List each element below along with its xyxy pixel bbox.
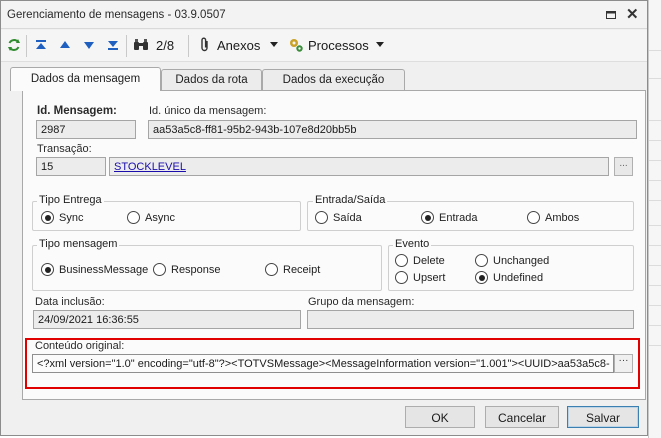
radio-undefined[interactable]: Undefined (475, 271, 543, 284)
tab-dados-da-execucao[interactable]: Dados da execução (262, 69, 405, 91)
message-id-label: Id. Mensagem: (37, 105, 117, 117)
radio-selected-icon (475, 271, 488, 284)
radio-empty-icon (127, 211, 140, 224)
window-title: Gerenciamento de mensagens - 03.9.0507 (7, 9, 226, 21)
attachments-menu[interactable]: Anexos (217, 38, 260, 53)
transaction-label: Transação: (37, 143, 92, 155)
chevron-down-icon[interactable] (270, 42, 278, 47)
radio-receipt[interactable]: Receipt (265, 263, 320, 276)
data-inclusao-label: Data inclusão: (35, 296, 105, 308)
radio-selected-icon (421, 211, 434, 224)
first-record-icon[interactable] (33, 37, 49, 53)
tipo-mensagem-title: Tipo mensagem (37, 238, 120, 250)
record-position: 2/8 (156, 38, 175, 53)
radio-empty-icon (265, 263, 278, 276)
highlight-box (25, 338, 640, 389)
tipo-entrega-title: Tipo Entrega (37, 194, 104, 206)
restore-icon[interactable] (606, 11, 616, 19)
radio-empty-icon (475, 254, 488, 267)
refresh-icon[interactable] (6, 37, 22, 53)
binoculars-icon[interactable] (133, 37, 149, 53)
radio-response[interactable]: Response (153, 263, 221, 276)
radio-empty-icon (315, 211, 328, 224)
unique-id-field[interactable]: aa53a5c8-ff81-95b2-943b-107e8d20bb5b (148, 120, 637, 139)
radio-empty-icon (395, 271, 408, 284)
radio-entrada[interactable]: Entrada (421, 211, 478, 224)
chevron-down-icon[interactable] (376, 42, 384, 47)
radio-businessmessage[interactable]: BusinessMessage (41, 263, 148, 276)
processes-icon[interactable] (288, 37, 304, 53)
radio-selected-icon (41, 211, 54, 224)
radio-unchanged[interactable]: Unchanged (475, 254, 549, 267)
radio-ambos[interactable]: Ambos (527, 211, 579, 224)
last-record-icon[interactable] (105, 37, 121, 53)
cancel-button[interactable]: Cancelar (485, 406, 559, 428)
radio-delete[interactable]: Delete (395, 254, 445, 267)
message-id-field[interactable]: 2987 (36, 120, 136, 139)
unique-id-label: Id. único da mensagem: (149, 105, 267, 117)
previous-record-icon[interactable] (57, 37, 73, 53)
evento-group (388, 245, 634, 291)
background-app-strip (648, 0, 661, 438)
grupo-mensagem-label: Grupo da mensagem: (308, 296, 415, 308)
radio-upsert[interactable]: Upsert (395, 271, 445, 284)
radio-empty-icon (153, 263, 166, 276)
radio-async[interactable]: Async (127, 211, 175, 224)
close-icon[interactable]: ✕ (626, 7, 639, 22)
toolbar: 2/8 Anexos Processos (1, 30, 647, 62)
entrada-saida-title: Entrada/Saída (313, 194, 388, 206)
radio-sync[interactable]: Sync (41, 211, 83, 224)
paperclip-icon[interactable] (197, 37, 213, 53)
next-record-icon[interactable] (81, 37, 97, 53)
transaction-code-field[interactable]: 15 (36, 157, 106, 176)
tab-dados-da-rota[interactable]: Dados da rota (161, 69, 262, 91)
radio-saida[interactable]: Saída (315, 211, 362, 224)
title-bar: Gerenciamento de mensagens - 03.9.0507 ✕ (1, 1, 647, 29)
grupo-mensagem-field[interactable] (307, 310, 634, 329)
data-inclusao-field[interactable]: 24/09/2021 16:36:55 (33, 310, 301, 329)
transaction-lookup-button[interactable]: ... (614, 157, 633, 176)
evento-title: Evento (393, 238, 432, 250)
ok-button[interactable]: OK (405, 406, 475, 428)
radio-selected-icon (41, 263, 54, 276)
radio-empty-icon (527, 211, 540, 224)
radio-empty-icon (395, 254, 408, 267)
transaction-name-link[interactable]: STOCKLEVEL (109, 157, 609, 176)
processes-menu[interactable]: Processos (308, 38, 369, 53)
tab-dados-da-mensagem[interactable]: Dados da mensagem (10, 67, 161, 91)
save-button[interactable]: Salvar (567, 406, 639, 428)
message-manager-dialog: Gerenciamento de mensagens - 03.9.0507 ✕ (0, 0, 648, 436)
